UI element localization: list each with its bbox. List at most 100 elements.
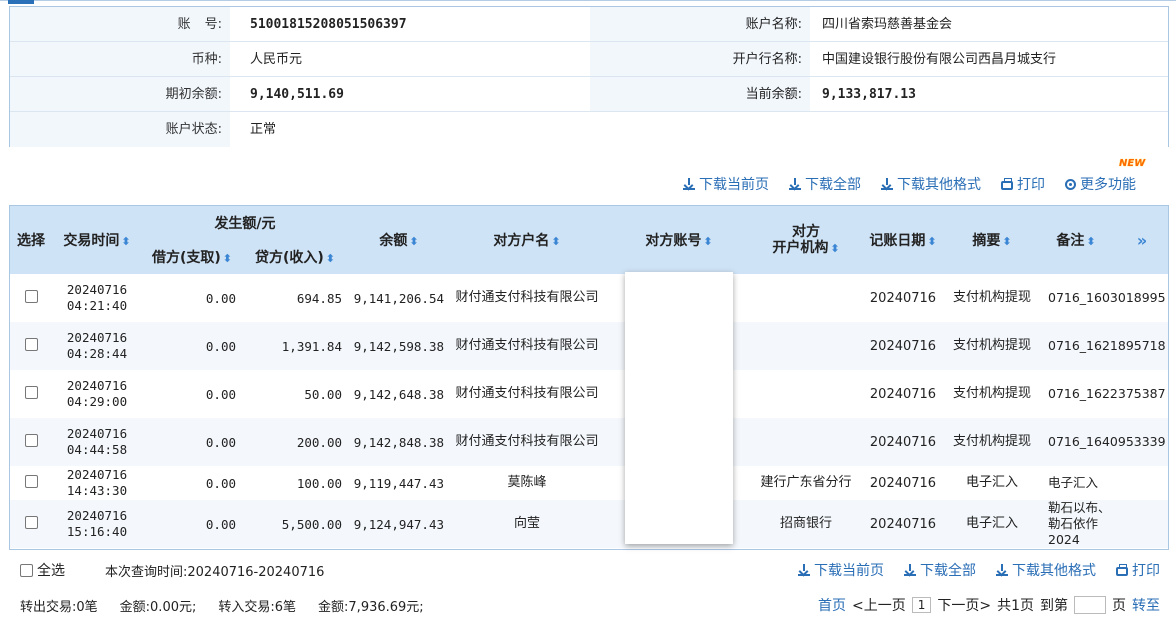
table-row[interactable]: 20240716 04:29:00 0.00 50.00 9,142,648.38 财付通…	[10, 370, 1168, 418]
empty-cell	[590, 112, 810, 147]
header-summary[interactable]: 摘要 ⬍	[948, 206, 1036, 274]
print-button[interactable]: 打印	[1001, 174, 1045, 194]
sort-icon: ⬍	[927, 235, 937, 248]
row-checkbox[interactable]	[24, 289, 38, 303]
row-select-cell[interactable]	[10, 322, 52, 370]
cell-summary: 支付机构提现	[952, 386, 1031, 401]
download-icon	[904, 564, 916, 576]
header-counterparty-account[interactable]: 对方账号 ⬍	[604, 206, 754, 274]
sort-icon: ⬍	[1086, 235, 1096, 248]
row-select-cell[interactable]	[10, 418, 52, 466]
row-checkbox[interactable]	[24, 337, 38, 351]
download-icon	[881, 178, 893, 190]
table-row[interactable]: 20240716 04:28:44 0.00 1,391.84 9,142,598.38…	[10, 322, 1168, 370]
footer-download-other-button[interactable]: 下载其他格式	[996, 560, 1096, 580]
sort-icon: ⬍	[830, 241, 840, 255]
cell-credit: 5,500.00	[242, 500, 348, 548]
header-summary-label: 摘要	[972, 233, 1001, 249]
cell-post: 20240716	[869, 290, 937, 306]
table-row[interactable]: 20240716 04:21:40 0.00 694.85 9,141,206.54 财付…	[10, 274, 1168, 322]
row-select-cell[interactable]	[10, 274, 52, 322]
cell-clock: 04:28:44	[66, 346, 128, 361]
cell-date: 20240716	[66, 508, 128, 523]
header-note[interactable]: 备注 ⬍	[1036, 206, 1116, 274]
cell-debit: 0.00	[205, 386, 236, 402]
active-tab[interactable]	[8, 0, 34, 4]
header-debit[interactable]: 借方(支取) ⬍	[142, 240, 242, 274]
cell-debit: 0.00	[142, 418, 242, 466]
in-count: 转入交易:6笔	[218, 599, 297, 615]
download-all-button[interactable]: 下载全部	[789, 174, 861, 194]
account-number-value: 51001815208051506397	[230, 7, 590, 41]
account-number-label: 账号:	[10, 7, 230, 41]
cell-time: 20240716 04:29:00	[52, 370, 142, 418]
row-checkbox[interactable]	[24, 385, 38, 399]
row-select-cell[interactable]	[10, 500, 52, 548]
cell-note: 0716_1603018995	[1048, 290, 1166, 305]
status-label: 账户状态:	[10, 112, 230, 147]
footer-download-all-label: 下载全部	[920, 563, 976, 579]
go-button[interactable]: 转至	[1132, 595, 1160, 615]
goto-page-input[interactable]	[1074, 596, 1106, 614]
header-balance[interactable]: 余额 ⬍	[348, 206, 450, 274]
row-select-cell[interactable]	[10, 370, 52, 418]
footer-download-page-button[interactable]: 下载当前页	[798, 560, 884, 580]
row-checkbox[interactable]	[24, 474, 38, 488]
cell-clock: 04:29:00	[66, 394, 128, 409]
table-row[interactable]: 20240716 04:44:58 0.00 200.00 9,142,848.38 财付…	[10, 418, 1168, 466]
cell-bank	[754, 370, 858, 418]
select-all-checkbox[interactable]: 全选	[20, 560, 65, 580]
download-other-button[interactable]: 下载其他格式	[881, 174, 981, 194]
current-balance-label: 当前余额:	[590, 77, 810, 111]
cell-summary: 支付机构提现	[948, 322, 1036, 370]
first-page-link[interactable]: 首页	[818, 595, 846, 615]
cell-note: 勒石以布、勒石依作2024	[1036, 500, 1116, 548]
redaction-overlay	[625, 272, 733, 544]
info-row-currency: 币种: 人民币元 开户行名称: 中国建设银行股份有限公司西昌月城支行	[10, 42, 1168, 77]
account-name-value: 四川省索玛慈善基金会	[810, 7, 1168, 41]
cell-balance: 9,141,206.54	[353, 290, 444, 306]
cell-summary: 电子汇入	[948, 500, 1036, 548]
header-credit[interactable]: 贷方(收入) ⬍	[242, 240, 348, 274]
footer-download-all-button[interactable]: 下载全部	[904, 560, 976, 580]
next-page-link[interactable]: 下一页>	[937, 595, 991, 615]
row-checkbox[interactable]	[24, 515, 38, 529]
out-count: 转出交易:0笔	[20, 599, 98, 615]
header-select: 选择	[10, 206, 52, 274]
table-row[interactable]: 20240716 15:16:40 0.00 5,500.00 9,124,947.43…	[10, 500, 1168, 548]
cell-date: 20240716	[66, 378, 128, 393]
cell-note: 0716_1640953339	[1036, 418, 1166, 466]
cell-post: 20240716	[869, 386, 937, 402]
empty-cell	[810, 112, 1168, 147]
download-page-label: 下载当前页	[699, 177, 769, 193]
header-counterparty-name-label: 对方户名	[493, 233, 550, 249]
footer-print-button[interactable]: 打印	[1116, 560, 1160, 580]
toolbar: 下载当前页 下载全部 下载其他格式 打印 更多功能	[683, 174, 1136, 194]
header-post-date[interactable]: 记账日期 ⬍	[858, 206, 948, 274]
info-row-balance: 期初余额: 9,140,511.69 当前余额: 9,133,817.13	[10, 77, 1168, 112]
prev-page-label: 上一页	[863, 598, 906, 614]
cell-debit: 0.00	[142, 322, 242, 370]
table-row[interactable]: 20240716 14:43:30 0.00 100.00 9,119,447.43 莫陈…	[10, 466, 1168, 500]
more-functions-button[interactable]: 更多功能	[1065, 174, 1136, 194]
status-value: 正常	[230, 112, 590, 147]
header-counterparty-name[interactable]: 对方户名 ⬍	[450, 206, 604, 274]
header-time[interactable]: 交易时间 ⬍	[52, 206, 142, 274]
cell-date: 20240716	[66, 467, 128, 482]
cell-bank: 建行广东省分行	[760, 475, 852, 490]
cell-summary: 支付机构提现	[952, 290, 1031, 305]
row-select-cell[interactable]	[10, 466, 52, 500]
checkbox-icon[interactable]	[20, 563, 33, 577]
more-columns-button[interactable]: »	[1116, 206, 1168, 274]
prev-page-link[interactable]: <上一页	[852, 595, 906, 615]
download-other-label: 下载其他格式	[897, 177, 981, 193]
header-post-date-label: 记账日期	[869, 233, 926, 249]
cell-bank	[754, 322, 858, 370]
cell-time: 20240716 15:16:40	[52, 500, 142, 548]
account-name-label: 账户名称:	[590, 7, 810, 41]
download-page-button[interactable]: 下载当前页	[683, 174, 769, 194]
header-counterparty-bank[interactable]: 对方 开户机构 ⬍	[754, 206, 858, 274]
print-label: 打印	[1017, 177, 1045, 193]
table-body: 20240716 04:21:40 0.00 694.85 9,141,206.54 财付…	[10, 274, 1168, 548]
row-checkbox[interactable]	[24, 433, 38, 447]
